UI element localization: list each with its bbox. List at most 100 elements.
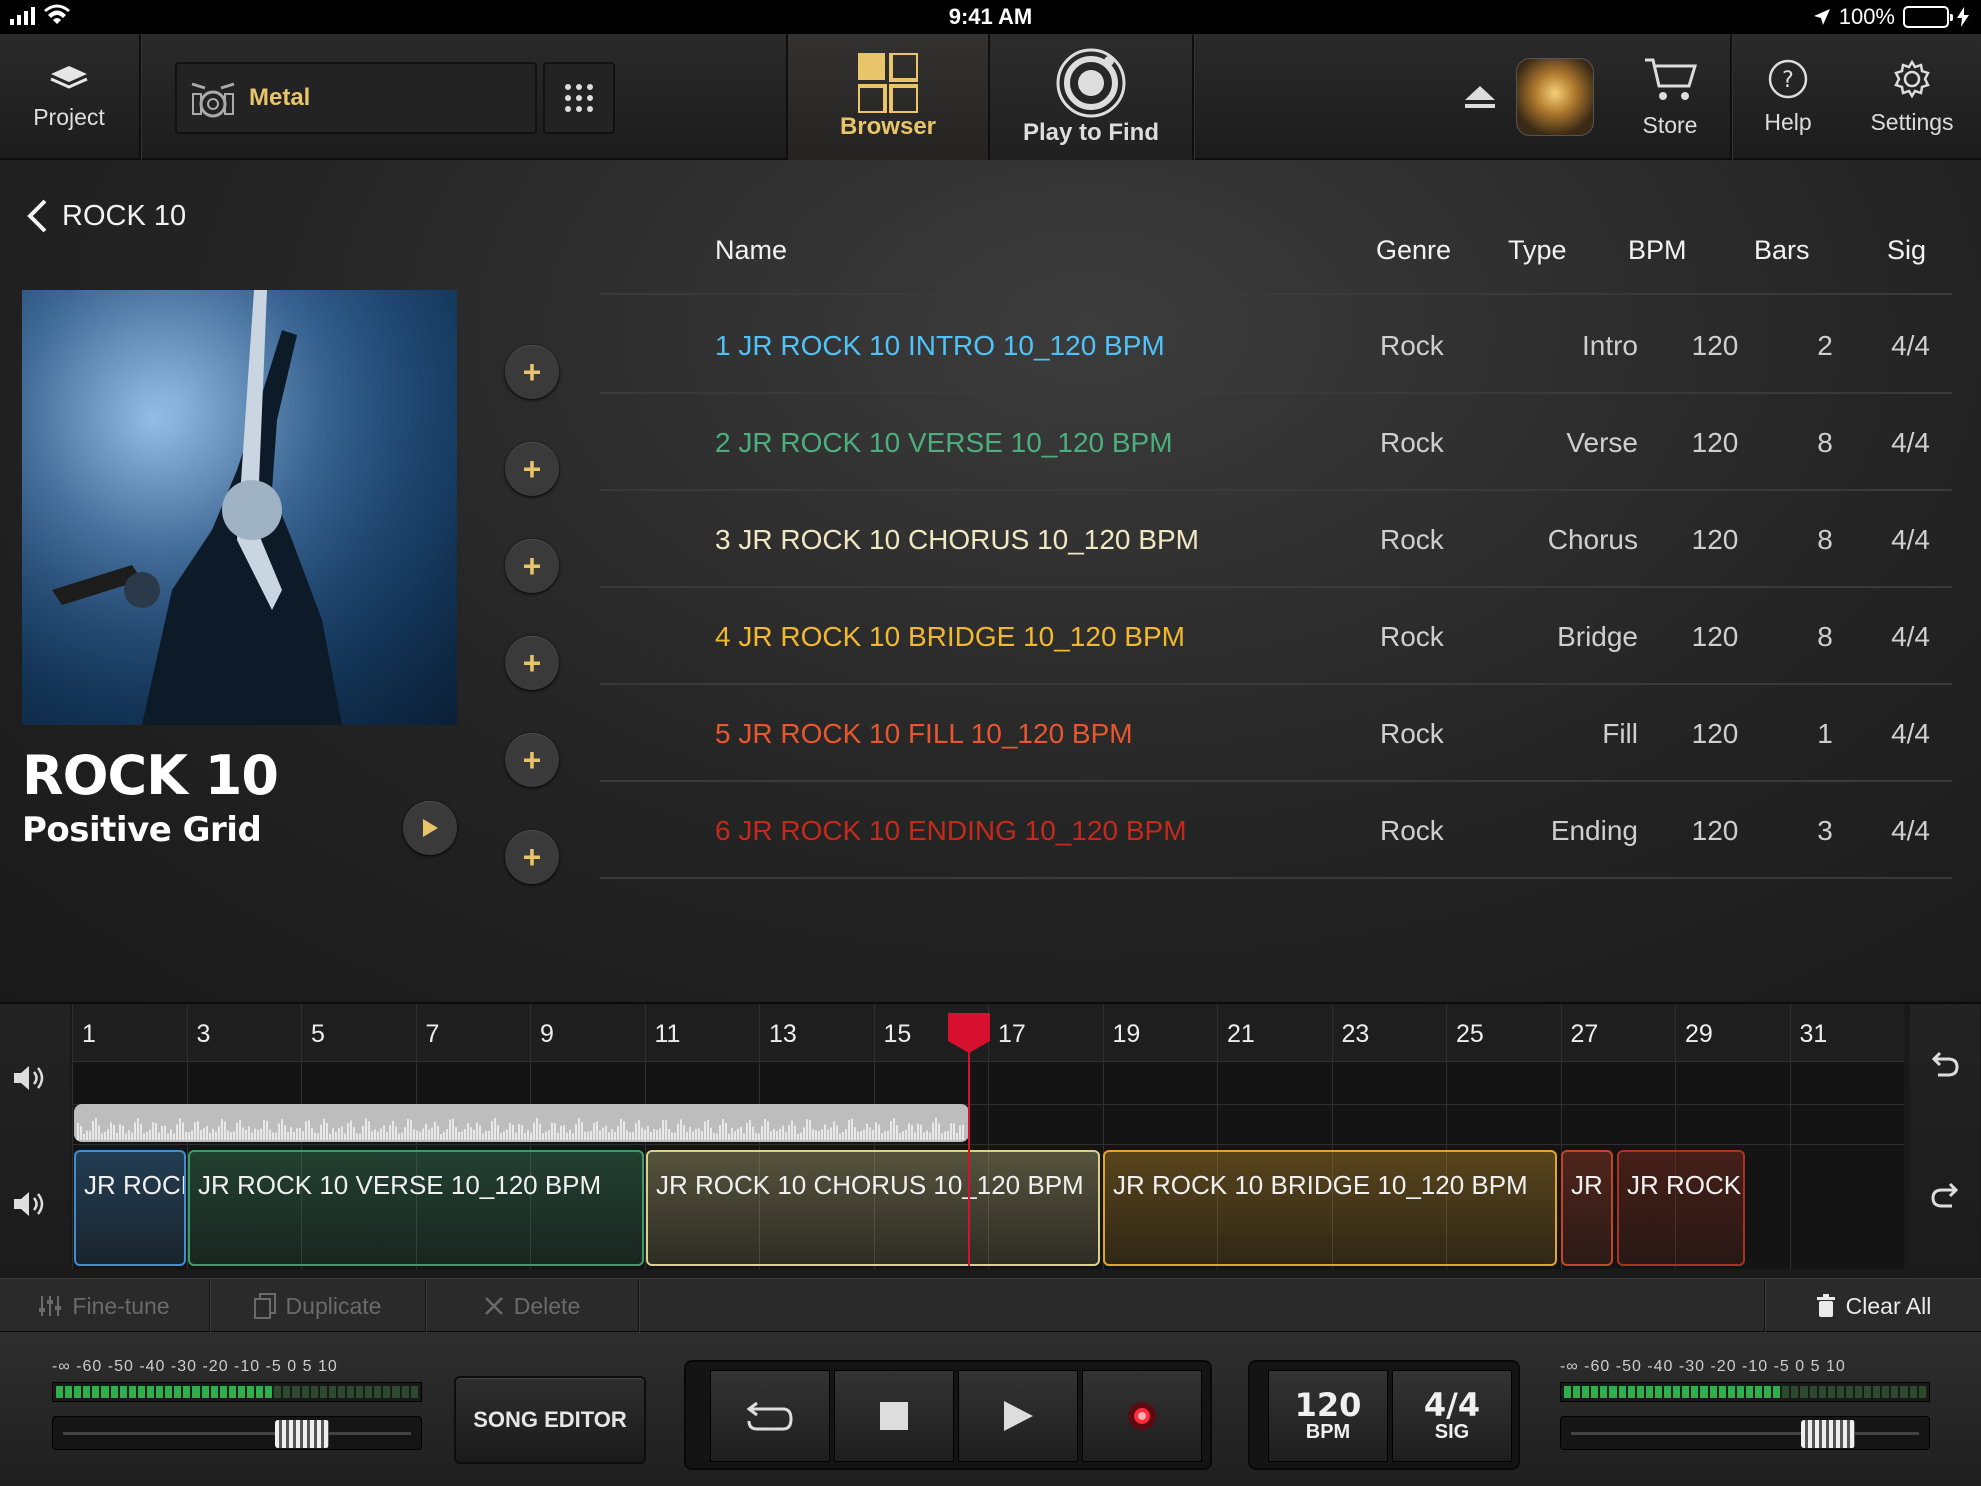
column-header-genre[interactable]: Genre bbox=[1376, 235, 1451, 266]
store-label: Store bbox=[1642, 111, 1698, 138]
preset-selector[interactable]: Metal bbox=[175, 62, 537, 134]
cell-type: Intro bbox=[1581, 330, 1638, 361]
store-button[interactable]: Store bbox=[1610, 34, 1730, 160]
column-header-bpm[interactable]: BPM bbox=[1628, 235, 1687, 266]
back-label: ROCK 10 bbox=[62, 199, 187, 232]
delete-button[interactable]: Delete bbox=[426, 1279, 638, 1333]
bar-number: 5 bbox=[311, 1020, 325, 1048]
bar-number: 13 bbox=[769, 1020, 797, 1048]
tempo-signature-panel: 120 BPM 4/4 SIG bbox=[1248, 1360, 1520, 1470]
song-clip[interactable]: JR ROCK bbox=[74, 1150, 186, 1266]
add-track-button[interactable]: + bbox=[505, 830, 559, 884]
tab-browser[interactable]: Browser bbox=[788, 34, 988, 160]
table-row[interactable]: 1 JR ROCK 10 INTRO 10_120 BPM Rock Intro 12… bbox=[600, 297, 1952, 394]
trash-icon bbox=[1816, 1294, 1835, 1317]
sliders-icon bbox=[39, 1296, 62, 1316]
bpm-value: 120 bbox=[1294, 1385, 1362, 1424]
meter-bar bbox=[52, 1382, 422, 1402]
loop-button[interactable] bbox=[710, 1370, 830, 1462]
table-row[interactable]: 4 JR ROCK 10 BRIDGE 10_120 BPM Rock Bridge… bbox=[600, 588, 1952, 685]
preview-play-button[interactable] bbox=[403, 801, 457, 855]
play-button[interactable] bbox=[958, 1370, 1078, 1462]
cell-bpm: 120 bbox=[1691, 427, 1739, 458]
tab-play-to-find[interactable]: Play to Find bbox=[990, 34, 1192, 160]
target-icon bbox=[1056, 48, 1126, 118]
song-clip[interactable]: JR R bbox=[1561, 1150, 1613, 1266]
cell-bars: 2 bbox=[1817, 330, 1833, 361]
cell-type: Fill bbox=[1602, 718, 1638, 749]
table-row[interactable]: 2 JR ROCK 10 VERSE 10_120 BPM Rock Verse 12… bbox=[600, 394, 1952, 491]
add-track-button[interactable]: + bbox=[505, 733, 559, 787]
song-clip[interactable]: JR ROCK 10 BRIDGE 10_120 BPM bbox=[1103, 1150, 1557, 1266]
add-track-button[interactable]: + bbox=[505, 636, 559, 690]
column-header-type[interactable]: Type bbox=[1508, 235, 1567, 266]
cell-bpm: 120 bbox=[1691, 330, 1739, 361]
column-header-sig[interactable]: Sig bbox=[1887, 235, 1926, 266]
column-header-name[interactable]: Name bbox=[715, 235, 787, 266]
speaker-icon[interactable] bbox=[12, 1064, 48, 1099]
sig-label: SIG bbox=[1434, 1420, 1470, 1443]
eject-button[interactable] bbox=[1456, 34, 1504, 160]
cell-bpm: 120 bbox=[1691, 718, 1739, 749]
cell-type: Ending bbox=[1550, 815, 1638, 846]
clear-all-button[interactable]: Clear All bbox=[1766, 1279, 1981, 1333]
cell-genre: Rock bbox=[1380, 815, 1444, 846]
bar-number: 19 bbox=[1112, 1020, 1141, 1048]
delete-label: Delete bbox=[513, 1292, 581, 1319]
duplicate-button[interactable]: Duplicate bbox=[210, 1279, 425, 1333]
sig-button[interactable]: 4/4 SIG bbox=[1392, 1370, 1512, 1462]
bar-number: 3 bbox=[196, 1020, 211, 1048]
bpm-button[interactable]: 120 BPM bbox=[1268, 1370, 1388, 1462]
cell-genre: Rock bbox=[1380, 621, 1444, 652]
slider-knob[interactable] bbox=[1801, 1420, 1855, 1448]
browser-panel: ROCK 10 ROCK 10 Positive Grid + + + + + … bbox=[0, 160, 1981, 1002]
add-track-button[interactable]: + bbox=[505, 442, 559, 496]
back-button[interactable]: ROCK 10 bbox=[26, 198, 186, 234]
bar-number: 29 bbox=[1685, 1020, 1713, 1048]
table-row[interactable]: 3 JR ROCK 10 CHORUS 10_120 BPM Rock Chorus… bbox=[600, 491, 1952, 588]
add-track-button[interactable]: + bbox=[505, 539, 559, 593]
cell-type: Bridge bbox=[1557, 621, 1638, 652]
settings-button[interactable]: Settings bbox=[1850, 34, 1974, 160]
help-button[interactable]: ? Help bbox=[1732, 34, 1844, 160]
table-row[interactable]: 6 JR ROCK 10 ENDING 10_120 BPM Rock Ending… bbox=[600, 782, 1952, 879]
plus-icon: + bbox=[522, 838, 542, 875]
record-button[interactable] bbox=[1082, 1370, 1202, 1462]
help-icon: ? bbox=[1768, 59, 1808, 98]
loop-icon bbox=[746, 1401, 793, 1431]
cell-genre: Rock bbox=[1380, 524, 1444, 555]
battery-percent: 100% bbox=[1838, 4, 1895, 29]
cell-bpm: 120 bbox=[1691, 621, 1739, 652]
table-row[interactable]: 5 JR ROCK 10 FILL 10_120 BPM Rock Fill 120 1… bbox=[600, 685, 1952, 782]
dots-grid-icon bbox=[565, 84, 593, 112]
song-clip[interactable]: JR ROCK 10 CHORUS 10_120 BPM bbox=[646, 1150, 1100, 1266]
cell-bars: 8 bbox=[1817, 524, 1833, 555]
bar-number: 23 bbox=[1341, 1020, 1370, 1048]
output-volume-slider[interactable] bbox=[1560, 1416, 1930, 1450]
tab-browser-label: Browser bbox=[839, 113, 937, 140]
project-button[interactable]: Project bbox=[0, 34, 138, 160]
song-editor-button[interactable]: SONG EDITOR bbox=[454, 1376, 646, 1464]
audio-waveform[interactable] bbox=[74, 1104, 969, 1142]
redo-icon[interactable] bbox=[1930, 1180, 1960, 1217]
song-clip[interactable]: JR ROCK bbox=[1617, 1150, 1745, 1266]
input-volume-slider[interactable] bbox=[52, 1416, 422, 1450]
cell-type: Verse bbox=[1566, 427, 1638, 458]
speaker-icon[interactable] bbox=[12, 1190, 48, 1225]
cell-bars: 3 bbox=[1817, 815, 1833, 846]
output-level-meter: -∞ -60 -50 -40 -30 -20 -10 -5 0 5 10 bbox=[1560, 1358, 1930, 1450]
stop-button[interactable] bbox=[834, 1370, 954, 1462]
finetune-button[interactable]: Fine-tune bbox=[0, 1279, 208, 1333]
cell-bpm: 120 bbox=[1691, 524, 1739, 555]
cart-icon bbox=[1645, 58, 1697, 100]
bar-number: 21 bbox=[1227, 1020, 1255, 1048]
column-header-bars[interactable]: Bars bbox=[1754, 235, 1810, 266]
amp-tube-icon[interactable] bbox=[1516, 58, 1594, 136]
preset-grid-button[interactable] bbox=[543, 62, 615, 134]
svg-text:?: ? bbox=[1782, 68, 1794, 93]
undo-icon[interactable] bbox=[1930, 1049, 1960, 1086]
slider-knob[interactable] bbox=[275, 1420, 329, 1448]
add-track-button[interactable]: + bbox=[505, 345, 559, 399]
timeline-grid[interactable]: 135791113151719212325272931 JR ROCKJR RO… bbox=[72, 1004, 1904, 1269]
song-clip[interactable]: JR ROCK 10 VERSE 10_120 BPM bbox=[188, 1150, 644, 1266]
